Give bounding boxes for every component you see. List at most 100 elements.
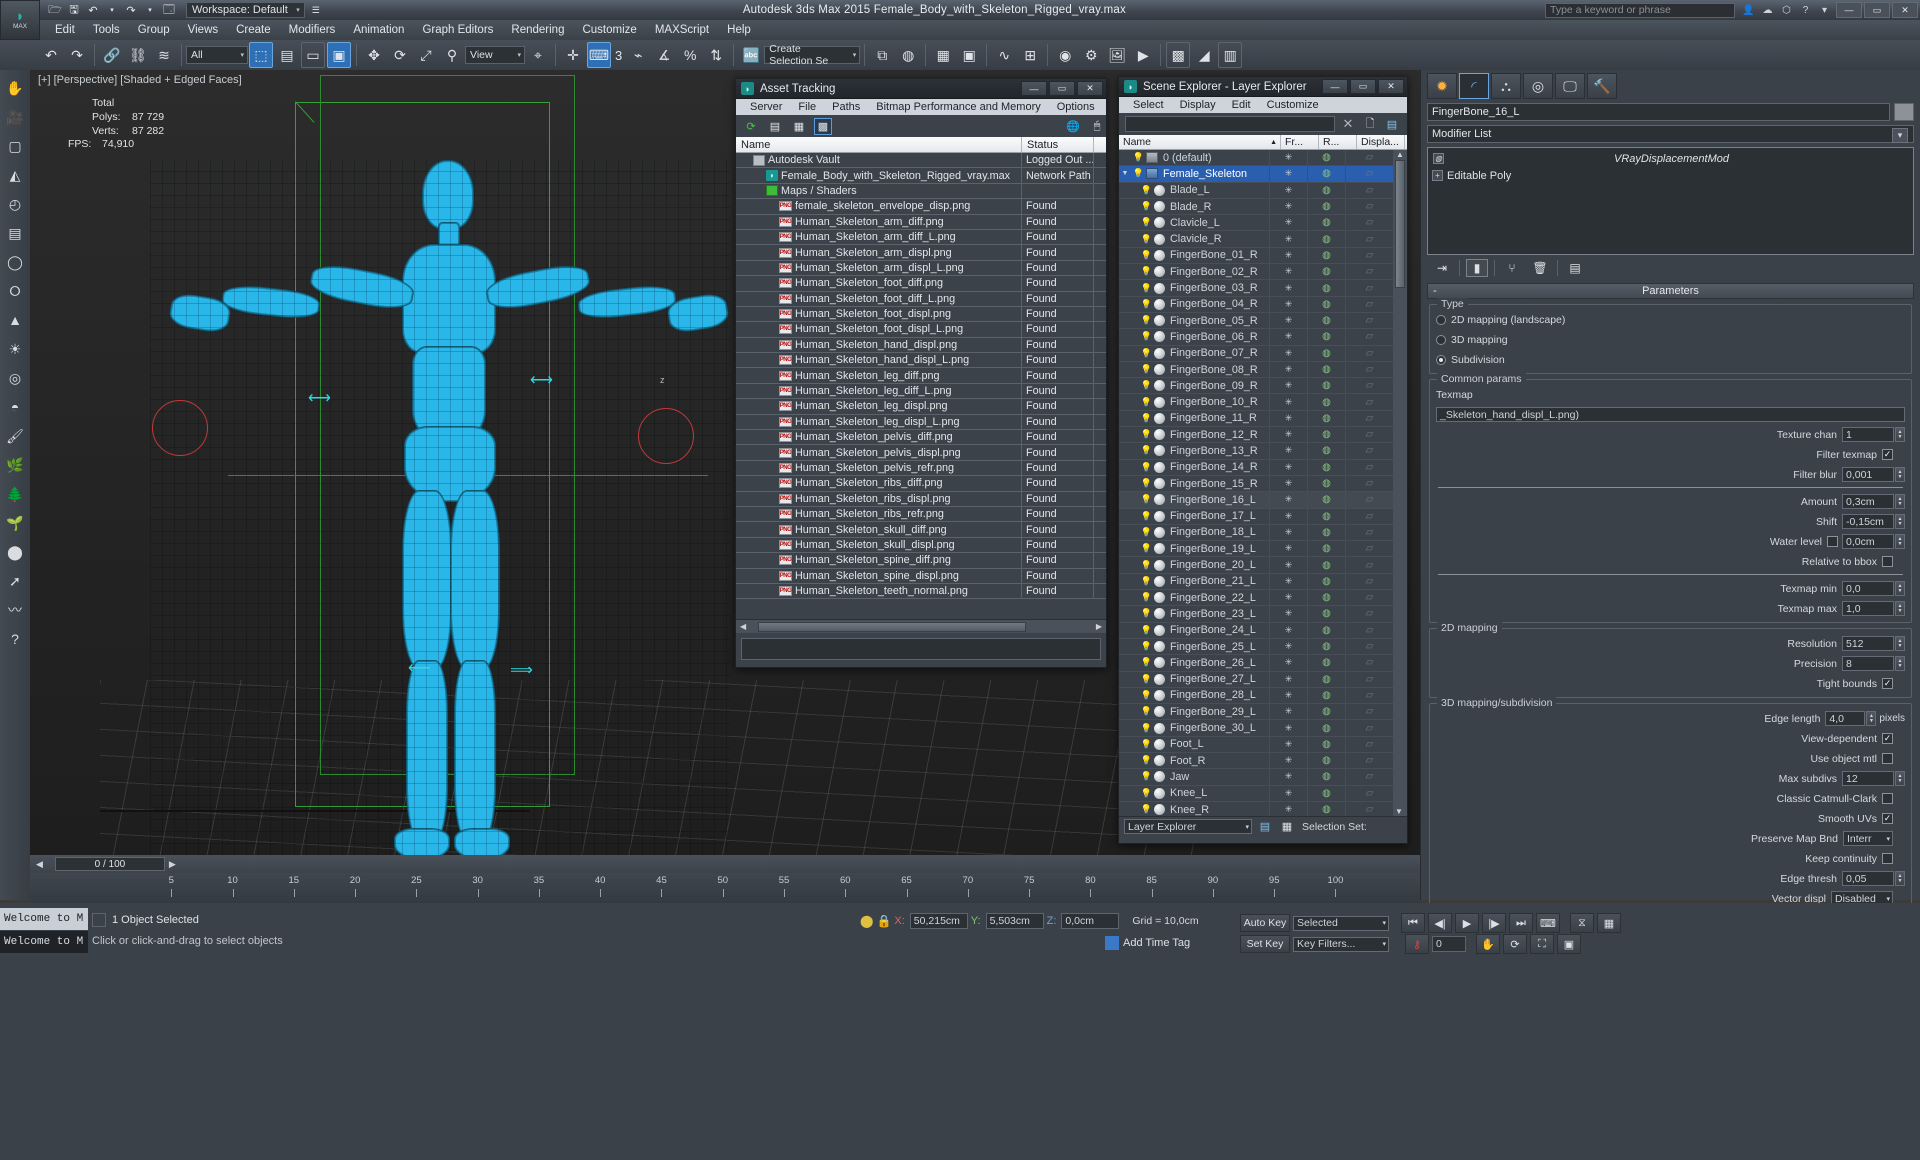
- light-bulb-icon[interactable]: 💡: [1141, 494, 1152, 505]
- display-cube-icon[interactable]: ▱: [1366, 641, 1374, 652]
- rollout-collapse-icon[interactable]: -: [1433, 285, 1437, 297]
- list-view-icon[interactable]: ▤: [766, 118, 784, 135]
- grid-view-icon[interactable]: ▩: [814, 117, 832, 135]
- light-bulb-icon[interactable]: 💡: [1141, 511, 1152, 522]
- renderable-teapot-icon[interactable]: ◍: [1322, 217, 1331, 228]
- tool-help-icon[interactable]: ?: [2, 625, 28, 653]
- display-cube-icon[interactable]: ▱: [1366, 380, 1374, 391]
- freeze-icon[interactable]: ✳: [1285, 234, 1293, 245]
- auto-key-button[interactable]: Auto Key: [1240, 914, 1290, 932]
- renderable-teapot-icon-cell[interactable]: ◍: [1307, 769, 1345, 785]
- display-cube-icon-cell[interactable]: ▱: [1345, 215, 1393, 231]
- renderable-teapot-icon-cell[interactable]: ◍: [1307, 687, 1345, 704]
- renderable-teapot-icon-cell[interactable]: ◍: [1307, 508, 1345, 524]
- renderable-teapot-icon[interactable]: ◍: [1322, 413, 1331, 424]
- modifier-list-combo[interactable]: Modifier List: [1427, 125, 1914, 143]
- rectangular-select-region-button[interactable]: ▭: [301, 42, 325, 68]
- tool-tree-icon[interactable]: 🌲: [2, 480, 28, 508]
- freeze-icon[interactable]: ✳: [1285, 739, 1293, 750]
- trackbar-next-icon[interactable]: ▶: [169, 859, 176, 870]
- unlink-selection-icon[interactable]: ⛓: [126, 42, 150, 68]
- scene-maximize-button[interactable]: ▭: [1350, 79, 1376, 94]
- water-level-checkbox[interactable]: [1827, 536, 1838, 547]
- display-cube-icon-cell[interactable]: ▱: [1345, 182, 1393, 198]
- display-cube-icon[interactable]: ▱: [1366, 283, 1374, 294]
- light-bulb-icon[interactable]: 💡: [1141, 543, 1152, 554]
- freeze-icon-cell[interactable]: ✳: [1269, 720, 1307, 736]
- renderable-teapot-icon-cell[interactable]: ◍: [1307, 296, 1345, 312]
- freeze-icon-cell[interactable]: ✳: [1269, 573, 1307, 590]
- scene-explorer-row[interactable]: 💡 Knee_L ✳ ◍ ▱: [1119, 785, 1393, 802]
- refresh-icon[interactable]: ⟳: [742, 118, 760, 135]
- freeze-icon[interactable]: ✳: [1285, 560, 1293, 571]
- scene-explorer-row[interactable]: 💡 FingerBone_01_R ✳ ◍ ▱: [1119, 247, 1393, 265]
- scene-explorer-row[interactable]: 💡 FingerBone_21_L ✳ ◍ ▱: [1119, 573, 1393, 591]
- modifier-stack-item-1[interactable]: + Editable Poly: [1430, 167, 1911, 184]
- redo-icon[interactable]: ↷: [123, 2, 139, 18]
- display-cube-icon-cell[interactable]: ▱: [1345, 590, 1393, 606]
- renderable-teapot-icon[interactable]: ◍: [1322, 755, 1331, 766]
- display-cube-icon[interactable]: ▱: [1366, 804, 1374, 815]
- renderable-teapot-icon[interactable]: ◍: [1322, 723, 1331, 734]
- display-cube-icon-cell[interactable]: ▱: [1345, 150, 1393, 166]
- freeze-icon[interactable]: ✳: [1285, 315, 1293, 326]
- freeze-icon-cell[interactable]: ✳: [1269, 785, 1307, 801]
- asset-menu-bitmap-performance-and-memory[interactable]: Bitmap Performance and Memory: [868, 101, 1048, 113]
- asset-menu-paths[interactable]: Paths: [824, 101, 868, 113]
- key-frame-field[interactable]: 0: [1432, 936, 1466, 952]
- display-cube-icon[interactable]: ▱: [1366, 625, 1374, 636]
- key-filters-button[interactable]: Key Filters...: [1293, 936, 1389, 952]
- display-cube-icon-cell[interactable]: ▱: [1345, 720, 1393, 736]
- remove-modifier-icon[interactable]: 🗑: [1529, 259, 1551, 277]
- time-tag-row[interactable]: Add Time Tag: [1105, 934, 1190, 952]
- freeze-icon[interactable]: ✳: [1285, 266, 1293, 277]
- move-gizmo-hip-icon[interactable]: ⟹: [510, 660, 533, 680]
- renderable-teapot-icon[interactable]: ◍: [1322, 315, 1331, 326]
- maximize-viewport-icon[interactable]: ▣: [1557, 934, 1581, 954]
- renderable-teapot-icon[interactable]: ◍: [1322, 608, 1331, 619]
- scene-explorer-row[interactable]: 💡 FingerBone_22_L ✳ ◍ ▱: [1119, 590, 1393, 607]
- display-cube-icon[interactable]: ▱: [1366, 576, 1374, 587]
- scene-explorer-row[interactable]: 💡 FingerBone_24_L ✳ ◍ ▱: [1119, 622, 1393, 639]
- freeze-icon[interactable]: ✳: [1285, 641, 1293, 652]
- display-cube-icon[interactable]: ▱: [1366, 527, 1374, 538]
- asset-menu-options[interactable]: Options: [1049, 101, 1103, 113]
- display-cube-icon-cell[interactable]: ▱: [1345, 247, 1393, 264]
- renderable-teapot-icon[interactable]: ◍: [1322, 657, 1331, 668]
- tool-circle-icon[interactable]: ⭘: [2, 277, 28, 305]
- light-bulb-icon[interactable]: 💡: [1141, 283, 1152, 294]
- scene-explorer-row[interactable]: 💡 Foot_L ✳ ◍ ▱: [1119, 736, 1393, 753]
- freeze-icon[interactable]: ✳: [1285, 592, 1293, 603]
- display-cube-icon-cell[interactable]: ▱: [1345, 475, 1393, 492]
- renderable-teapot-icon-cell[interactable]: ◍: [1307, 671, 1345, 687]
- scene-explorer-row[interactable]: 💡 FingerBone_10_R ✳ ◍ ▱: [1119, 394, 1393, 411]
- freeze-icon[interactable]: ✳: [1285, 413, 1293, 424]
- renderable-teapot-icon-cell[interactable]: ◍: [1307, 182, 1345, 198]
- freeze-icon[interactable]: ✳: [1285, 283, 1293, 294]
- tool-hand-icon[interactable]: ✋: [2, 74, 28, 102]
- menu-item-group[interactable]: Group: [129, 20, 179, 40]
- radio-3d-mapping-icon[interactable]: [1436, 334, 1446, 345]
- render-region-button[interactable]: ▥: [1218, 42, 1243, 68]
- scene-explorer-row[interactable]: 💡 FingerBone_09_R ✳ ◍ ▱: [1119, 378, 1393, 395]
- classic-catmull-checkbox[interactable]: [1882, 793, 1893, 804]
- scene-explorer-row[interactable]: 💡 FingerBone_08_R ✳ ◍ ▱: [1119, 361, 1393, 379]
- scene-explorer-row[interactable]: 💡 FingerBone_04_R ✳ ◍ ▱: [1119, 296, 1393, 313]
- asset-hscroll-left-icon[interactable]: ◀: [736, 622, 746, 631]
- renderable-teapot-icon[interactable]: ◍: [1322, 527, 1331, 538]
- amount-spinner[interactable]: ▲ ▼: [1895, 494, 1905, 509]
- undo-dropdown-icon[interactable]: ▾: [104, 2, 120, 18]
- freeze-icon-cell[interactable]: ✳: [1269, 427, 1307, 443]
- display-cube-icon-cell[interactable]: ▱: [1345, 769, 1393, 785]
- renderable-teapot-icon-cell[interactable]: ◍: [1307, 443, 1345, 459]
- renderable-teapot-icon[interactable]: ◍: [1322, 478, 1331, 489]
- light-bulb-icon[interactable]: 💡: [1141, 657, 1152, 668]
- scene-explorer-tree[interactable]: 💡 0 (default) ✳ ◍ ▱ ▼ 💡 Female_Skeleton ✳ ◍ ▱ 💡 Blad…: [1119, 150, 1393, 816]
- asset-row[interactable]: PNG Human_Skeleton_leg_displ.png Found: [736, 399, 1106, 415]
- freeze-icon-cell[interactable]: ✳: [1269, 182, 1307, 198]
- renderable-teapot-icon[interactable]: ◍: [1322, 364, 1331, 375]
- renderable-teapot-icon-cell[interactable]: ◍: [1307, 150, 1345, 166]
- freeze-icon-cell[interactable]: ✳: [1269, 671, 1307, 687]
- select-and-move-button[interactable]: ✥: [362, 42, 386, 68]
- renderable-teapot-icon-cell[interactable]: ◍: [1307, 410, 1345, 427]
